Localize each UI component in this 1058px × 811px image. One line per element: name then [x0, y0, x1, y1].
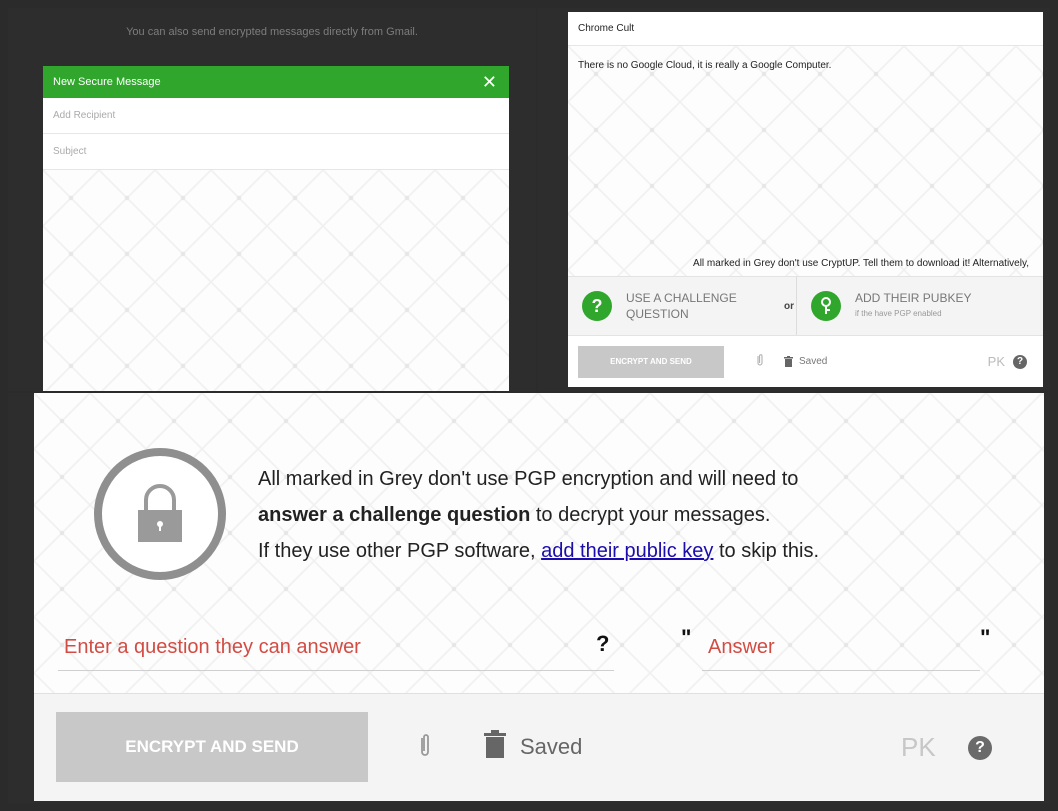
subject-input[interactable] [53, 146, 499, 157]
gmail-compose-panel: You can also send encrypted messages dir… [8, 8, 536, 391]
recipient-input[interactable] [53, 110, 499, 121]
cryptup-compose-panel: Chrome Cult There is no Google Cloud, it… [538, 8, 1050, 391]
encrypt-send-button-large[interactable]: ENCRYPT AND SEND [56, 712, 368, 782]
close-icon[interactable]: ✕ [482, 73, 497, 91]
add-public-key-link[interactable]: add their public key [541, 540, 713, 562]
trash-icon[interactable] [784, 356, 793, 367]
secure-compose-window: New Secure Message ✕ [43, 66, 509, 391]
cryptup-compose-card: Chrome Cult There is no Google Cloud, it… [568, 12, 1043, 387]
or-separator: or [784, 300, 794, 312]
desc-line1: All marked in Grey don't use PGP encrypt… [258, 468, 799, 490]
question-field[interactable] [58, 625, 614, 671]
lock-icon [94, 448, 226, 580]
message-subject[interactable]: Chrome Cult [568, 12, 1043, 46]
challenge-question-panel: All marked in Grey don't use PGP encrypt… [8, 393, 1050, 803]
add-pubkey-option[interactable]: ADD THEIR PUBKEY if the have PGP enabled [796, 277, 1043, 335]
challenge-option-label: USE A CHALLENGE QUESTION [626, 290, 737, 322]
desc-bold: answer a challenge question [258, 504, 531, 526]
desc-line3-pre: If they use other PGP software, [258, 540, 542, 562]
pubkey-option-label: ADD THEIR PUBKEY if the have PGP enabled [855, 290, 971, 322]
pk-button[interactable]: PK [901, 732, 936, 763]
challenge-upper: All marked in Grey don't use PGP encrypt… [34, 393, 1044, 693]
quote-close: " [980, 625, 991, 650]
question-icon: ? [582, 291, 612, 321]
key-icon [811, 291, 841, 321]
answer-input[interactable] [702, 636, 980, 659]
subject-field[interactable] [43, 134, 509, 170]
recipient-field[interactable] [43, 98, 509, 134]
message-body[interactable]: There is no Google Cloud, it is really a… [568, 46, 1043, 276]
attachment-icon[interactable] [756, 353, 764, 370]
encryption-options: ? USE A CHALLENGE QUESTION or ADD THEIR … [568, 276, 1043, 336]
answer-field[interactable] [702, 625, 980, 671]
challenge-footer: ENCRYPT AND SEND Saved PK ? [34, 693, 1044, 801]
message-text: There is no Google Cloud, it is really a… [578, 60, 832, 71]
pubkey-sub: if the have PGP enabled [855, 309, 942, 318]
challenge-description: All marked in Grey don't use PGP encrypt… [258, 461, 819, 569]
trash-icon[interactable] [484, 730, 506, 763]
attachment-icon[interactable] [418, 732, 432, 767]
quote-open: " [681, 625, 692, 650]
challenge-card: All marked in Grey don't use PGP encrypt… [34, 393, 1044, 801]
pk-button[interactable]: PK [988, 354, 1005, 369]
encrypt-send-button[interactable]: ENCRYPT AND SEND [578, 345, 724, 378]
cryptup-warning: All marked in Grey don't use CryptUP. Te… [693, 258, 1029, 269]
challenge-line2: QUESTION [626, 307, 689, 321]
desc-line2-rest: to decrypt your messages. [530, 504, 771, 526]
challenge-line1: USE A CHALLENGE [626, 291, 737, 305]
pubkey-line1: ADD THEIR PUBKEY [855, 291, 972, 305]
gmail-info-text: You can also send encrypted messages dir… [126, 26, 418, 38]
help-icon[interactable]: ? [968, 736, 992, 760]
question-mark: ? [596, 631, 610, 656]
challenge-question-option[interactable]: ? USE A CHALLENGE QUESTION [568, 277, 782, 335]
desc-line3-post: to skip this. [713, 540, 820, 562]
help-icon[interactable]: ? [1013, 354, 1027, 369]
saved-status: Saved [520, 734, 583, 759]
saved-status: Saved [799, 356, 828, 367]
compose-header: New Secure Message ✕ [43, 66, 509, 98]
compose-footer: ENCRYPT AND SEND Saved PK ? [568, 336, 1043, 387]
question-input[interactable] [58, 636, 614, 659]
compose-body[interactable] [43, 170, 509, 391]
compose-title: New Secure Message [53, 76, 161, 88]
